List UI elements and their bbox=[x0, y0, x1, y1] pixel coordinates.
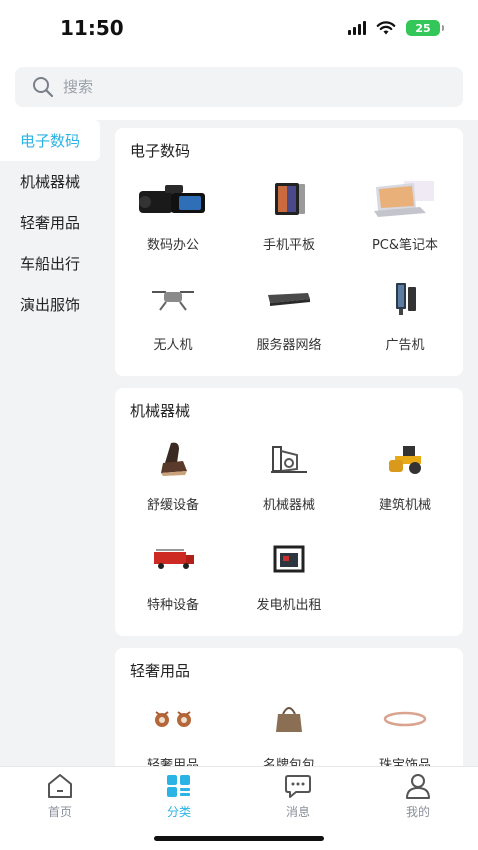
tab-messages[interactable]: 消息 bbox=[258, 773, 338, 820]
search-input[interactable] bbox=[63, 78, 423, 96]
tab-profile[interactable]: 我的 bbox=[378, 773, 458, 820]
section-digital: 电子数码 数码办公 手机平板 PC&笔记本 无人机 服务器网络 广告机 bbox=[115, 128, 463, 376]
section-title: 轻奢用品 bbox=[130, 662, 191, 680]
category-item-label: PC&笔记本 bbox=[371, 238, 439, 253]
fire-truck-icon bbox=[133, 534, 213, 584]
tab-label: 首页 bbox=[47, 805, 72, 819]
sidebar-item-luxury[interactable]: 轻奢用品 bbox=[0, 202, 100, 243]
category-item[interactable]: 机械器械 bbox=[231, 430, 347, 530]
status-icons: 25 bbox=[348, 20, 444, 36]
section-grid: 轻奢用品 名牌包包 珠宝饰品 bbox=[115, 690, 463, 766]
category-item-label: 珠宝饰品 bbox=[378, 758, 431, 766]
server-icon bbox=[249, 274, 329, 324]
ad-display-icon bbox=[365, 274, 445, 324]
category-item-label: 服务器网络 bbox=[256, 338, 322, 353]
battery-level: 25 bbox=[415, 21, 431, 35]
tablet-icon bbox=[249, 174, 329, 224]
category-item[interactable]: 建筑机械 bbox=[347, 430, 463, 530]
earrings-icon bbox=[133, 694, 213, 744]
generator-icon bbox=[249, 534, 329, 584]
tab-label: 我的 bbox=[405, 805, 430, 819]
category-item[interactable]: 发电机出租 bbox=[231, 530, 347, 630]
tab-label: 消息 bbox=[285, 805, 310, 819]
search-box[interactable] bbox=[15, 67, 463, 107]
category-item[interactable]: 特种设备 bbox=[115, 530, 231, 630]
category-item[interactable]: 名牌包包 bbox=[231, 690, 347, 766]
category-item[interactable]: 珠宝饰品 bbox=[347, 690, 463, 766]
category-item-label: 舒缓设备 bbox=[146, 498, 199, 513]
message-icon bbox=[285, 775, 311, 798]
category-item-label: 建筑机械 bbox=[378, 498, 431, 513]
category-item-label: 名牌包包 bbox=[262, 758, 315, 766]
road-roller-icon bbox=[365, 434, 445, 484]
status-bar: 11:50 25 bbox=[0, 0, 478, 58]
home-icon bbox=[48, 774, 72, 798]
section-luxury: 轻奢用品 轻奢用品 名牌包包 珠宝饰品 bbox=[115, 648, 463, 766]
tab-home[interactable]: 首页 bbox=[20, 773, 100, 820]
search-icon bbox=[33, 77, 54, 98]
category-item[interactable]: 舒缓设备 bbox=[115, 430, 231, 530]
category-item[interactable]: 轻奢用品 bbox=[115, 690, 231, 766]
machine-icon bbox=[249, 434, 329, 484]
drone-icon bbox=[133, 274, 213, 324]
section-grid: 数码办公 手机平板 PC&笔记本 无人机 服务器网络 广告机 bbox=[115, 170, 463, 370]
category-item-label: 特种设备 bbox=[146, 598, 199, 613]
battery-icon: 25 bbox=[406, 20, 444, 36]
massage-chair-icon bbox=[133, 434, 213, 484]
laptop-icon bbox=[365, 174, 445, 224]
bracelet-icon bbox=[365, 694, 445, 744]
sidebar-item-digital[interactable]: 电子数码 bbox=[0, 120, 100, 161]
tab-label: 分类 bbox=[166, 805, 191, 819]
category-item-label: 手机平板 bbox=[262, 238, 315, 253]
camera-icon bbox=[133, 174, 213, 224]
category-item-label: 无人机 bbox=[153, 338, 193, 353]
category-item[interactable]: 数码办公 bbox=[115, 170, 231, 270]
category-item[interactable]: 服务器网络 bbox=[231, 270, 347, 370]
home-indicator bbox=[154, 836, 324, 841]
category-icon bbox=[167, 775, 190, 797]
status-time: 11:50 bbox=[60, 16, 124, 40]
tab-category[interactable]: 分类 bbox=[139, 773, 219, 820]
sidebar-item-machinery[interactable]: 机械器械 bbox=[0, 161, 100, 202]
category-sidebar: 电子数码 机械器械 轻奢用品 车船出行 演出服饰 bbox=[0, 120, 100, 766]
category-item-label: 轻奢用品 bbox=[146, 758, 199, 766]
profile-icon bbox=[406, 774, 430, 799]
category-item[interactable]: 手机平板 bbox=[231, 170, 347, 270]
wifi-icon bbox=[376, 20, 396, 34]
category-item-label: 数码办公 bbox=[146, 238, 199, 253]
sidebar-item-costumes[interactable]: 演出服饰 bbox=[0, 284, 100, 325]
category-content: 电子数码 数码办公 手机平板 PC&笔记本 无人机 服务器网络 广告机 机械器械… bbox=[115, 128, 463, 766]
handbag-icon bbox=[249, 694, 329, 744]
section-grid: 舒缓设备 机械器械 建筑机械 特种设备 发电机出租 bbox=[115, 430, 463, 630]
search-bar bbox=[0, 58, 478, 120]
category-item-label: 广告机 bbox=[385, 338, 425, 353]
section-machinery: 机械器械 舒缓设备 机械器械 建筑机械 特种设备 发电机出租 bbox=[115, 388, 463, 636]
category-item-label: 发电机出租 bbox=[256, 598, 322, 613]
signal-icon bbox=[348, 21, 366, 35]
section-title: 电子数码 bbox=[130, 142, 191, 160]
category-item[interactable]: 无人机 bbox=[115, 270, 231, 370]
section-title: 机械器械 bbox=[130, 402, 191, 420]
category-item[interactable]: PC&笔记本 bbox=[347, 170, 463, 270]
category-item-label: 机械器械 bbox=[262, 498, 315, 513]
category-item[interactable]: 广告机 bbox=[347, 270, 463, 370]
sidebar-item-vehicles[interactable]: 车船出行 bbox=[0, 243, 100, 284]
